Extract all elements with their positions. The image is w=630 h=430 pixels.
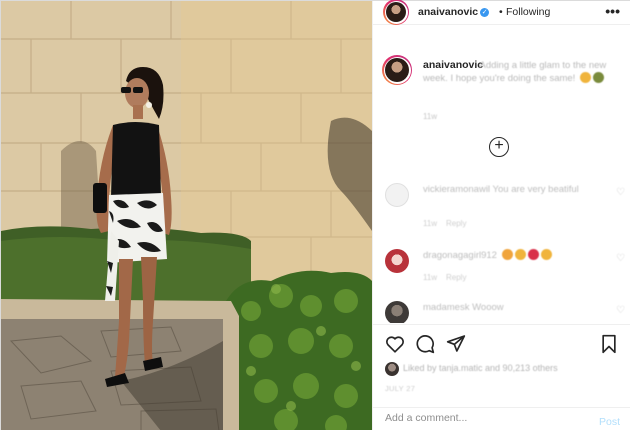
comment-text: dragonagagirl912 bbox=[423, 249, 593, 262]
heart-icon[interactable] bbox=[385, 334, 405, 353]
comment-username[interactable]: madamesk bbox=[423, 302, 469, 313]
comment-icon[interactable] bbox=[415, 334, 435, 354]
reply-button[interactable]: Reply bbox=[446, 219, 466, 228]
avatar-image bbox=[386, 2, 406, 22]
load-more-comments-button[interactable]: + bbox=[489, 137, 509, 157]
post-actions: Liked by tanja.matic and 90,213 others J… bbox=[373, 324, 630, 404]
liker-avatar bbox=[385, 362, 399, 376]
comment-text: madamesk Wooow bbox=[423, 301, 593, 314]
post-comment-button[interactable]: Post bbox=[599, 416, 620, 428]
commenter-avatar[interactable] bbox=[385, 249, 409, 273]
more-options-icon[interactable]: ••• bbox=[605, 3, 620, 19]
post-header: anaivanovic ✓ • Following ••• bbox=[373, 0, 630, 25]
comment-like-icon[interactable]: ♡ bbox=[616, 305, 625, 316]
post-sidebar: anaivanovic ✓ • Following ••• anaivanovic… bbox=[372, 0, 630, 430]
header-separator: • bbox=[499, 6, 503, 18]
bookmark-icon[interactable] bbox=[600, 334, 618, 354]
comment-body: You are very beatiful bbox=[492, 184, 579, 195]
caption-body: Adding a little glam to the new week. I … bbox=[423, 60, 607, 84]
commenter-avatar[interactable] bbox=[385, 183, 409, 207]
emoji-icon bbox=[579, 72, 591, 83]
share-icon[interactable] bbox=[446, 334, 466, 353]
verified-badge-icon: ✓ bbox=[480, 8, 490, 17]
add-comment-bar: Post bbox=[373, 407, 630, 430]
post-date: JULY 27 bbox=[385, 384, 416, 393]
commenter-avatar[interactable] bbox=[385, 301, 409, 323]
comment-item: madamesk Wooow ♡ bbox=[385, 301, 625, 323]
comment-meta: 11w Reply bbox=[423, 273, 466, 282]
post-photo-image bbox=[1, 1, 372, 430]
caption-avatar[interactable] bbox=[382, 55, 412, 85]
comment-input[interactable] bbox=[385, 412, 575, 424]
comment-time: 11w bbox=[423, 273, 438, 282]
caption-text: anaivanovic Adding a little glam to the … bbox=[423, 59, 623, 85]
comment-username[interactable]: vickieramonawil bbox=[423, 184, 490, 195]
post-photo[interactable] bbox=[1, 1, 372, 430]
avatar-image bbox=[385, 58, 409, 82]
comment-text: vickieramonawil You are very beatiful bbox=[423, 183, 593, 196]
comment-like-icon[interactable]: ♡ bbox=[616, 253, 625, 264]
comment-time: 11w bbox=[423, 219, 438, 228]
emoji-icon bbox=[592, 72, 604, 83]
post-dialog: anaivanovic ✓ • Following ••• anaivanovic… bbox=[0, 0, 630, 430]
author-username[interactable]: anaivanovic ✓ bbox=[418, 6, 490, 18]
comment-emojis bbox=[500, 249, 552, 261]
caption-time: 11w bbox=[423, 112, 438, 121]
author-avatar[interactable] bbox=[383, 0, 409, 25]
comment-like-icon[interactable]: ♡ bbox=[616, 187, 625, 198]
comment-body: Wooow bbox=[472, 302, 504, 313]
comment-meta: 11w Reply bbox=[423, 219, 466, 228]
following-button[interactable]: Following bbox=[506, 6, 550, 18]
comment-username[interactable]: dragonagagirl912 bbox=[423, 250, 497, 261]
reply-button[interactable]: Reply bbox=[446, 273, 466, 282]
author-username-text[interactable]: anaivanovic bbox=[418, 6, 478, 18]
likes-text[interactable]: Liked by tanja.matic and 90,213 others bbox=[403, 363, 558, 373]
